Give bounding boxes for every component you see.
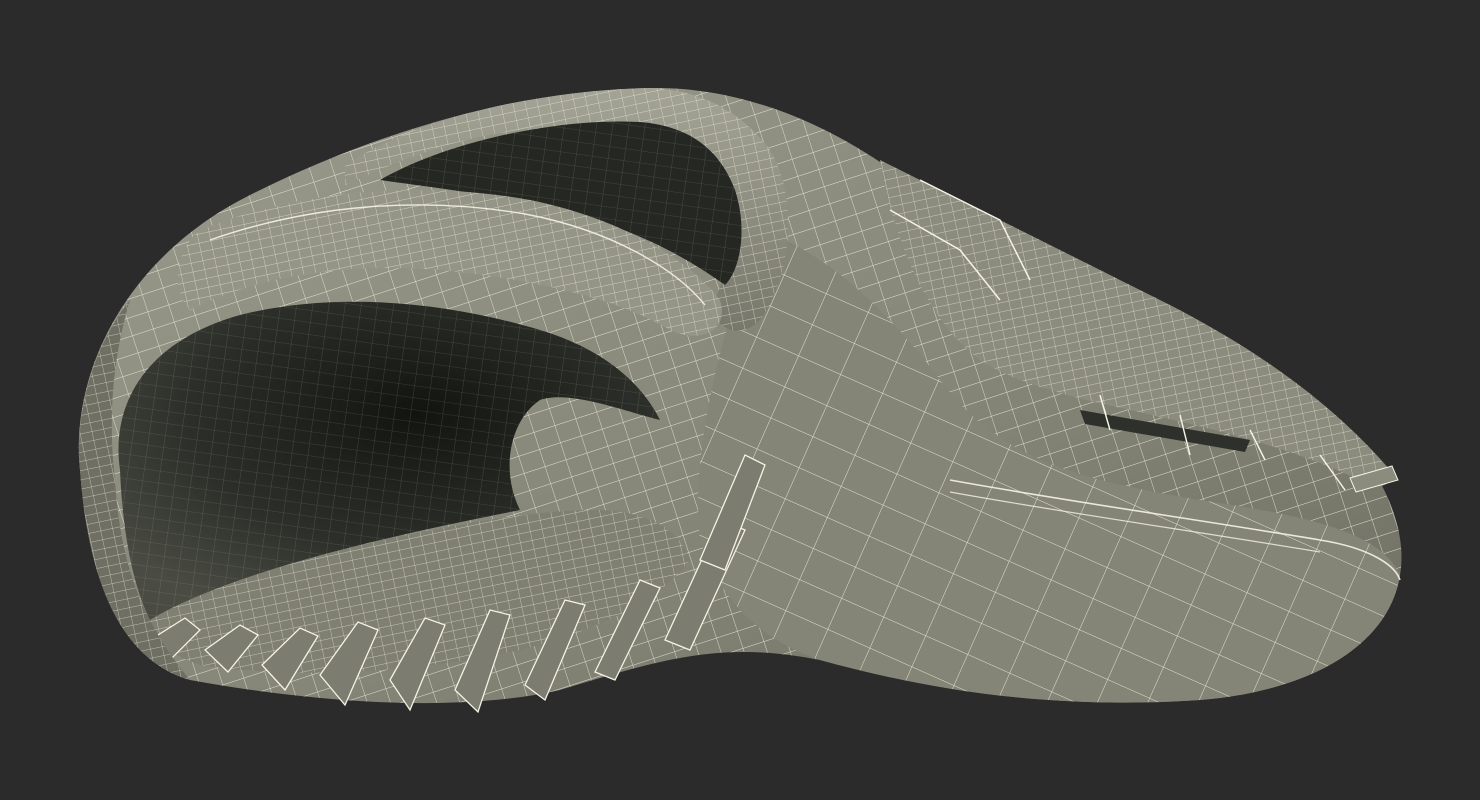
glove-wireframe-render	[0, 0, 1480, 800]
render-viewport	[0, 0, 1480, 800]
